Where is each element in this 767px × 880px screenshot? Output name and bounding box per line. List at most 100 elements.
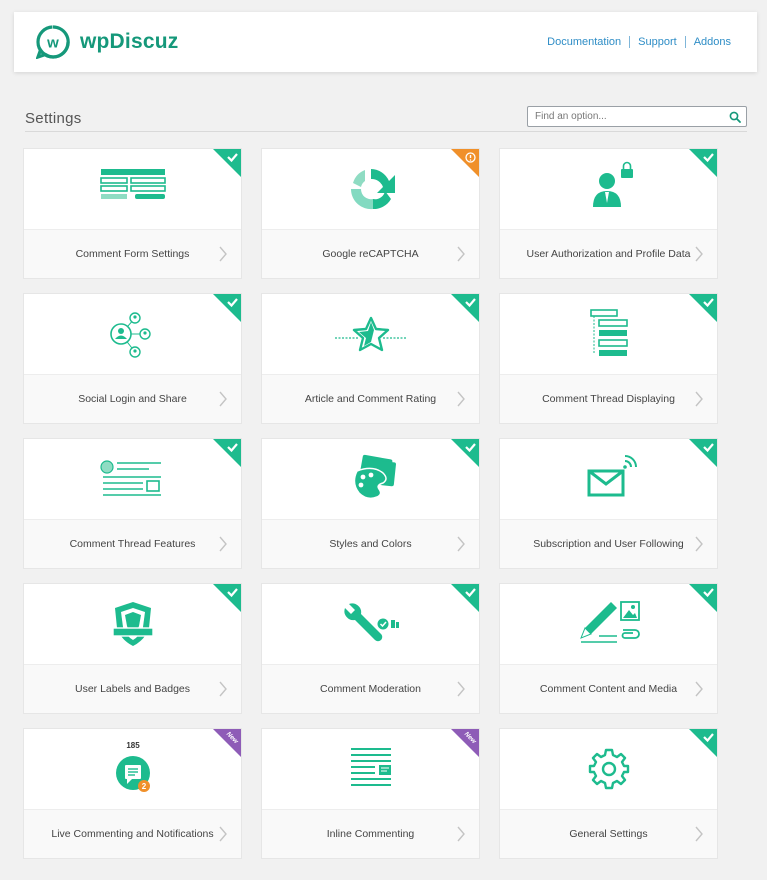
page-title: Settings xyxy=(25,110,82,127)
card-icon-area xyxy=(262,439,479,519)
chevron-right-icon xyxy=(219,826,227,842)
nav-documentation-link[interactable]: Documentation xyxy=(539,36,629,48)
card-footer[interactable]: Styles and Colors xyxy=(262,519,479,568)
status-badge xyxy=(451,149,479,177)
svg-text:185: 185 xyxy=(126,741,140,750)
status-badge: New xyxy=(451,729,479,757)
card-footer[interactable]: Inline Commenting xyxy=(262,809,479,858)
status-badge xyxy=(213,584,241,612)
nav-support-link[interactable]: Support xyxy=(630,36,685,48)
check-badge-icon xyxy=(213,584,241,612)
status-badge xyxy=(689,294,717,322)
status-badge xyxy=(689,439,717,467)
card-label: Styles and Colors xyxy=(329,538,412,550)
status-badge xyxy=(689,149,717,177)
settings-card-article-and-comment-rating[interactable]: Article and Comment Rating xyxy=(262,294,479,423)
card-label: Article and Comment Rating xyxy=(304,393,437,405)
status-badge xyxy=(213,149,241,177)
card-footer[interactable]: Comment Form Settings xyxy=(24,229,241,278)
settings-card-comment-moderation[interactable]: Comment Moderation xyxy=(262,584,479,713)
check-badge-icon xyxy=(213,294,241,322)
pencil-media-icon xyxy=(579,601,640,643)
card-label: Comment Thread Displaying xyxy=(542,393,675,405)
chevron-right-icon xyxy=(695,246,703,262)
check-badge-icon xyxy=(689,439,717,467)
chevron-right-icon xyxy=(219,536,227,552)
chevron-right-icon xyxy=(219,246,227,262)
settings-card-styles-and-colors[interactable]: Styles and Colors xyxy=(262,439,479,568)
gear-icon xyxy=(588,748,629,790)
check-badge-icon xyxy=(213,439,241,467)
settings-card-general-settings[interactable]: General Settings xyxy=(500,729,717,858)
new-badge-icon: New xyxy=(451,729,479,757)
settings-card-inline-commenting[interactable]: Inline Commenting New xyxy=(262,729,479,858)
warning-badge-icon xyxy=(451,149,479,177)
card-icon-area xyxy=(262,149,479,229)
card-footer[interactable]: User Authorization and Profile Data xyxy=(500,229,717,278)
card-footer[interactable]: Live Commenting and Notifications xyxy=(24,809,241,858)
card-label: Inline Commenting xyxy=(326,828,415,840)
card-label: Comment Moderation xyxy=(320,683,421,695)
card-label: Comment Thread Features xyxy=(69,538,196,550)
card-footer[interactable]: Subscription and User Following xyxy=(500,519,717,568)
settings-card-comment-thread-displaying[interactable]: Comment Thread Displaying xyxy=(500,294,717,423)
settings-card-google-recaptcha[interactable]: Google reCAPTCHA xyxy=(262,149,479,278)
form-icon xyxy=(99,169,166,199)
card-label: Live Commenting and Notifications xyxy=(51,828,214,840)
card-footer[interactable]: Article and Comment Rating xyxy=(262,374,479,423)
status-badge xyxy=(213,439,241,467)
chevron-right-icon xyxy=(695,826,703,842)
shield-badge-icon xyxy=(111,602,154,646)
wrench-icon xyxy=(343,603,399,642)
settings-card-comment-content-and-media[interactable]: Comment Content and Media xyxy=(500,584,717,713)
card-footer[interactable]: Comment Moderation xyxy=(262,664,479,713)
card-icon-area xyxy=(500,149,717,229)
search-icon[interactable] xyxy=(729,111,741,123)
check-badge-icon xyxy=(213,149,241,177)
search-box[interactable] xyxy=(527,106,747,127)
check-badge-icon xyxy=(689,584,717,612)
card-footer[interactable]: General Settings xyxy=(500,809,717,858)
wpdiscuz-logo-icon: w xyxy=(36,25,70,59)
social-network-icon xyxy=(109,312,151,358)
card-footer[interactable]: Comment Content and Media xyxy=(500,664,717,713)
brand[interactable]: w wpDiscuz xyxy=(36,25,178,59)
card-footer[interactable]: Comment Thread Features xyxy=(24,519,241,568)
envelope-icon xyxy=(587,455,637,497)
settings-card-user-labels-and-badges[interactable]: User Labels and Badges xyxy=(24,584,241,713)
card-icon-area xyxy=(262,294,479,374)
card-label: General Settings xyxy=(569,828,648,840)
card-icon-area xyxy=(500,294,717,374)
card-icon-area xyxy=(500,729,717,809)
status-badge xyxy=(213,294,241,322)
card-icon-area xyxy=(24,439,241,519)
card-footer[interactable]: Comment Thread Displaying xyxy=(500,374,717,423)
user-lock-icon xyxy=(592,161,633,207)
settings-card-comment-thread-features[interactable]: Comment Thread Features xyxy=(24,439,241,568)
chevron-right-icon xyxy=(457,536,465,552)
card-footer[interactable]: Social Login and Share xyxy=(24,374,241,423)
settings-card-social-login-and-share[interactable]: Social Login and Share xyxy=(24,294,241,423)
card-icon-area xyxy=(24,584,241,664)
search-input[interactable] xyxy=(528,107,718,126)
settings-card-subscription-and-user-following[interactable]: Subscription and User Following xyxy=(500,439,717,568)
thread-tree-icon xyxy=(589,309,628,356)
settings-card-live-commenting-and-notifications[interactable]: 185 2 Live Commenting and Notifications … xyxy=(24,729,241,858)
status-badge xyxy=(451,584,479,612)
chevron-right-icon xyxy=(457,826,465,842)
new-badge-icon: New xyxy=(213,729,241,757)
card-icon-area xyxy=(262,584,479,664)
star-rating-icon xyxy=(334,316,407,352)
card-label: Comment Form Settings xyxy=(75,248,190,260)
card-footer[interactable]: User Labels and Badges xyxy=(24,664,241,713)
card-footer[interactable]: Google reCAPTCHA xyxy=(262,229,479,278)
status-badge xyxy=(689,729,717,757)
settings-card-comment-form-settings[interactable]: Comment Form Settings xyxy=(24,149,241,278)
nav-addons-link[interactable]: Addons xyxy=(686,36,731,48)
card-icon-area xyxy=(262,729,479,809)
check-badge-icon xyxy=(451,294,479,322)
settings-card-user-authorization-and-profile-data[interactable]: User Authorization and Profile Data xyxy=(500,149,717,278)
inline-comment-icon xyxy=(350,748,391,786)
card-icon-area xyxy=(500,584,717,664)
top-header: w wpDiscuz Documentation Support Addons xyxy=(14,12,757,72)
